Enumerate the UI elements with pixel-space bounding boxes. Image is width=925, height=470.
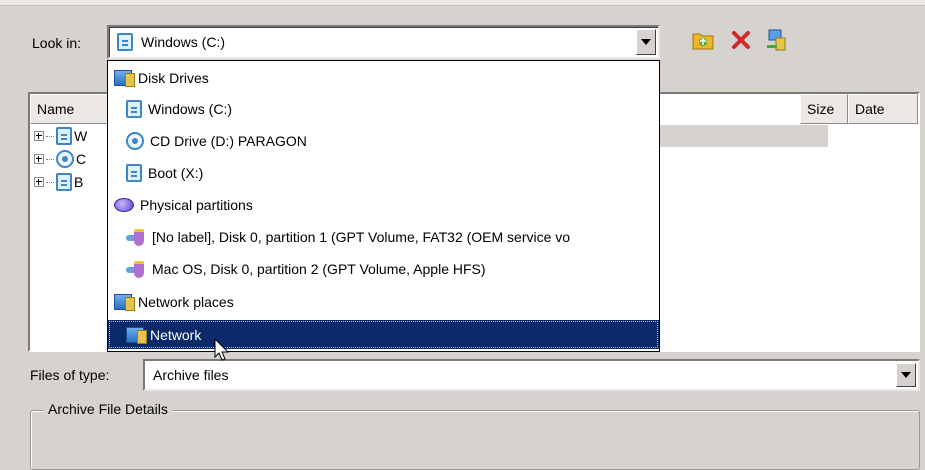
mouse-cursor-icon: [214, 338, 230, 361]
archive-details-title: Archive File Details: [44, 401, 172, 417]
partition-icon: [126, 260, 146, 278]
expand-icon[interactable]: [34, 154, 44, 164]
expand-icon[interactable]: [34, 177, 44, 187]
folder-up-icon[interactable]: [692, 29, 714, 51]
computer-icon: [114, 69, 135, 87]
tree-item[interactable]: B: [34, 171, 83, 193]
files-of-type-value: Archive files: [153, 367, 229, 383]
drive-icon: [117, 33, 133, 51]
files-of-type-label: Files of type:: [30, 367, 110, 383]
look-in-label: Look in:: [32, 35, 82, 51]
expand-icon[interactable]: [34, 131, 44, 141]
dropdown-item-disk-drives[interactable]: Disk Drives: [108, 63, 659, 92]
partition-icon: [126, 228, 146, 246]
network-icon[interactable]: [766, 29, 788, 51]
computer-icon: [114, 293, 135, 311]
window-top-edge: [0, 0, 925, 6]
look-in-combobox[interactable]: Windows (C:): [107, 25, 660, 59]
files-of-type-dropdown-button[interactable]: [896, 363, 916, 387]
dropdown-item-partition-2[interactable]: Mac OS, Disk 0, partition 2 (GPT Volume,…: [108, 254, 659, 283]
column-header-date[interactable]: Date: [848, 94, 918, 124]
dropdown-item-network-places[interactable]: Network places: [108, 287, 659, 316]
dropdown-item-network[interactable]: Network: [108, 320, 659, 349]
drive-icon: [126, 99, 142, 118]
archive-details-group: [30, 410, 920, 470]
dropdown-item-windows-c[interactable]: Windows (C:): [108, 94, 659, 123]
cd-drive-icon: [56, 150, 74, 168]
drive-icon: [56, 127, 72, 145]
look-in-value: Windows (C:): [141, 34, 226, 50]
drive-icon: [126, 163, 142, 182]
tree-item[interactable]: W: [34, 125, 87, 147]
files-of-type-combobox[interactable]: Archive files: [143, 359, 920, 391]
drive-icon: [56, 173, 72, 191]
look-in-dropdown-list[interactable]: Disk Drives Windows (C:) CD Drive (D:) P…: [107, 60, 660, 352]
tree-item[interactable]: C: [34, 148, 86, 170]
dropdown-item-boot-x[interactable]: Boot (X:): [108, 158, 659, 187]
dropdown-item-physical-partitions[interactable]: Physical partitions: [108, 190, 659, 219]
delete-icon[interactable]: [730, 29, 752, 51]
look-in-dropdown-button[interactable]: [636, 29, 656, 55]
dropdown-item-partition-1[interactable]: [No label], Disk 0, partition 1 (GPT Vol…: [108, 222, 659, 251]
dropdown-item-cd-drive[interactable]: CD Drive (D:) PARAGON: [108, 126, 659, 155]
cd-drive-icon: [126, 131, 144, 150]
computer-icon: [126, 326, 147, 344]
column-header-size[interactable]: Size: [800, 94, 848, 124]
disk-icon: [114, 197, 134, 212]
